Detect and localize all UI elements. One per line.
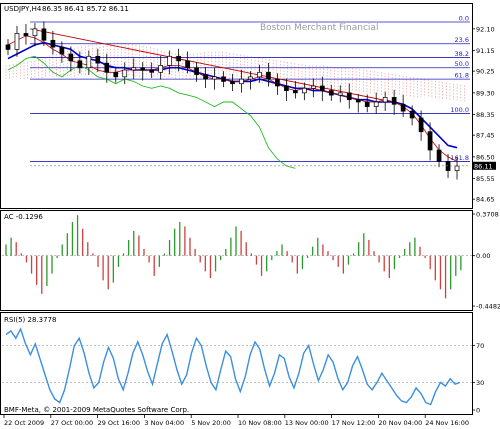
candle-body (319, 85, 325, 91)
ac-panel (0, 210, 473, 311)
candle-body (212, 76, 217, 80)
candle-body (373, 101, 379, 107)
price-ytick-label: 86.50 (476, 153, 495, 161)
xtick-label: 17 Nov 12:00 (332, 419, 376, 427)
xtick-label: 20 Nov 04:00 (378, 419, 422, 427)
candle-body (391, 97, 397, 105)
fib-level-label: 61.8 (455, 72, 469, 80)
xtick-label: 27 Oct 00:00 (51, 419, 93, 427)
candle-body (32, 28, 38, 37)
price-ohlc: 86.35 86.41 85.72 86.11 (42, 5, 129, 13)
candle-body (41, 28, 47, 41)
price-ytick-label: 88.35 (476, 111, 495, 119)
price-ytick-label: 85.55 (476, 175, 495, 183)
candle-body (248, 76, 253, 80)
candle-body (5, 44, 11, 50)
candle-body (275, 78, 280, 87)
candle-body (346, 92, 352, 101)
candle-body (400, 103, 406, 112)
xtick-label: 5 Nov 20:00 (191, 419, 231, 427)
candle-body (266, 71, 271, 80)
fib-level-label: 23.6 (455, 36, 469, 44)
candle-body (23, 33, 29, 37)
price-ytick-label: 84.65 (476, 196, 495, 204)
candle-body (328, 90, 334, 96)
candle-body (409, 110, 415, 119)
candle-body (239, 78, 244, 85)
fib-level-label: 100.0 (450, 106, 469, 114)
candle-body (310, 85, 316, 89)
candle-body (68, 53, 74, 62)
candle-body (86, 55, 92, 69)
watermark: Boston Merchant Financial (260, 23, 378, 33)
candle-body (59, 46, 65, 55)
candle-body (113, 71, 119, 78)
candle-body (293, 90, 298, 94)
candle-body (454, 165, 460, 171)
candle-body (418, 117, 424, 133)
xtick-label: 3 Nov 04:00 (144, 419, 184, 427)
candle-body (355, 99, 361, 103)
fib-level-label: 38.2 (455, 50, 469, 58)
candle-body (203, 74, 208, 80)
ac-ytick-label: 0.00 (476, 252, 490, 260)
candle-body (167, 55, 172, 66)
candle-body (95, 55, 101, 64)
candle-body (221, 76, 226, 82)
fib-level-label: 50.0 (455, 60, 469, 68)
ac-ytick-label: -0.4482 (476, 303, 500, 311)
candle-body (176, 55, 181, 62)
fib-level-label: 161.8 (450, 154, 469, 162)
candle-body (77, 60, 83, 69)
xtick-label: 29 Oct 16:00 (98, 419, 140, 427)
ac-title: AC -0.1296 (4, 213, 43, 221)
rsi-ytick-label: 0 (476, 407, 480, 415)
xtick-label: 10 Nov 08:00 (238, 419, 282, 427)
candle-body (140, 67, 146, 71)
xtick-label: 13 Nov 00:00 (285, 419, 329, 427)
last-price-label: 86.11 (474, 162, 493, 170)
candle-body (257, 71, 262, 78)
price-title: USDJPY,H4 (4, 5, 42, 13)
ac-ytick-label: 0.3708 (476, 211, 499, 219)
candle-body (122, 69, 128, 78)
forex-chart-canvas: 0.0 23.6 38.2 50.0 61.8 100.0 161.8 86.11 92.10… (0, 3, 500, 427)
candle-body (104, 62, 110, 73)
candle-body (436, 149, 442, 162)
candle-body (230, 81, 235, 85)
fib-level-label: 0.0 (459, 15, 469, 23)
rsi-ytick-label: 70 (476, 342, 484, 350)
price-ytick-label: 91.15 (476, 47, 495, 55)
candle-body (302, 87, 307, 94)
candle-body (364, 101, 370, 107)
price-ytick-label: 87.45 (476, 132, 495, 140)
price-ytick-label: 89.30 (476, 89, 495, 97)
rsi-ytick-label: 30 (476, 379, 484, 387)
candle-body (185, 60, 190, 69)
rsi-panel (0, 312, 473, 415)
candle-body (131, 67, 137, 71)
rsi-title: RSI(5) 28.3778 (4, 316, 56, 324)
candle-body (50, 39, 56, 48)
candle-body (284, 85, 289, 91)
price-ytick-label: 90.25 (476, 68, 495, 76)
copyright: BMF-Meta, © 2001-2009 MetaQuotes Softwar… (4, 406, 189, 414)
candle-body (382, 97, 388, 103)
xtick-label: 24 Nov 16:00 (425, 419, 469, 427)
candle-body (194, 67, 199, 75)
candle-body (337, 92, 343, 96)
candle-body (427, 131, 433, 151)
candle-body (14, 33, 20, 50)
xtick-label: 22 Oct 2009 (4, 419, 44, 427)
candle-body (149, 69, 155, 73)
price-ytick-label: 92.10 (476, 25, 495, 33)
candle-body (158, 65, 164, 73)
